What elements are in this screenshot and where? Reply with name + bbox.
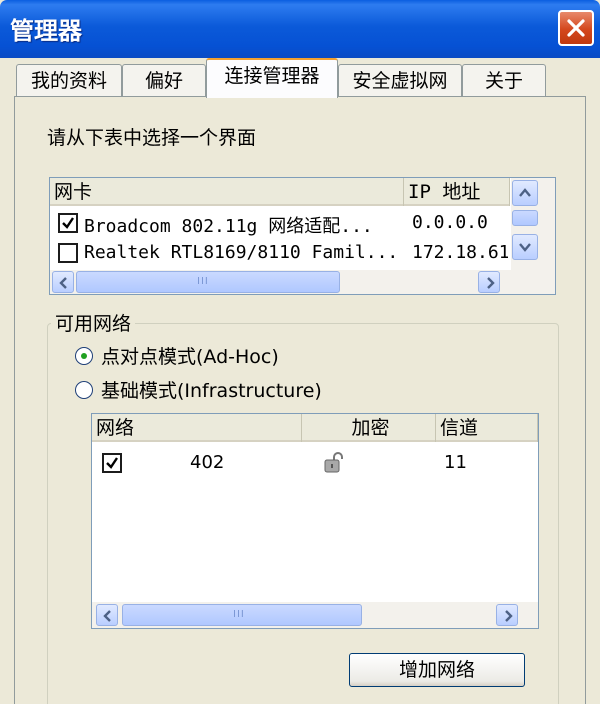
- chevron-right-icon: [487, 277, 495, 289]
- scroll-right-button[interactable]: [478, 271, 500, 293]
- column-adapter[interactable]: 网卡: [50, 178, 404, 206]
- tab-about-label: 关于: [484, 70, 523, 92]
- tab-secure-vpn[interactable]: 安全虚拟网: [338, 64, 462, 98]
- adapter-ip: 172.18.61: [412, 242, 508, 263]
- adapter-ip: 0.0.0.0: [412, 212, 488, 233]
- tab-about[interactable]: 关于: [462, 64, 546, 98]
- network-channel: 11: [444, 452, 467, 473]
- adapter-list-hscrollbar[interactable]: III: [50, 270, 555, 294]
- infrastructure-mode-radio[interactable]: 基础模式(Infrastructure): [75, 375, 395, 405]
- tab-profile[interactable]: 我的资料: [16, 64, 122, 98]
- list-item[interactable]: Realtek RTL8169/8110 Famil... 172.18.61: [50, 238, 510, 268]
- add-network-label: 增加网络: [398, 659, 475, 681]
- adhoc-mode-label: 点对点模式(Ad-Hoc): [101, 346, 279, 368]
- checkmark-icon: [62, 217, 74, 229]
- close-button[interactable]: [558, 10, 594, 46]
- connection-manager-panel: 请从下表中选择一个界面 网卡 IP 地址 Broadcom 802.11g 网络…: [14, 96, 586, 704]
- network-list-hscrollbar[interactable]: III: [92, 602, 538, 628]
- network-list-header: 网络 加密 信道: [92, 414, 538, 442]
- column-ip-address[interactable]: IP 地址: [404, 178, 510, 206]
- close-icon: [567, 19, 585, 37]
- padlock-open-icon: [324, 452, 343, 473]
- title-bar[interactable]: 管理器: [0, 0, 600, 58]
- scroll-grip: III: [197, 276, 209, 287]
- chevron-up-icon: [519, 188, 531, 197]
- scroll-up-button[interactable]: [512, 180, 538, 206]
- tab-profile-label: 我的资料: [30, 70, 107, 92]
- adapter-checkbox[interactable]: [58, 213, 78, 233]
- tab-preferences[interactable]: 偏好: [122, 64, 206, 98]
- tab-connection-manager[interactable]: 连接管理器: [206, 58, 338, 98]
- radio-indicator: [75, 381, 93, 399]
- chevron-down-icon: [519, 243, 531, 252]
- column-encryption[interactable]: 加密: [302, 414, 436, 442]
- chevron-right-icon: [505, 610, 513, 622]
- column-channel[interactable]: 信道: [436, 414, 538, 442]
- adhoc-mode-radio[interactable]: 点对点模式(Ad-Hoc): [75, 341, 335, 371]
- interface-prompt: 请从下表中选择一个界面: [47, 127, 257, 149]
- add-network-button[interactable]: 增加网络: [349, 653, 525, 687]
- hscroll-thumb[interactable]: III: [122, 604, 362, 626]
- scroll-right-button[interactable]: [496, 604, 518, 626]
- chevron-left-icon: [59, 277, 67, 289]
- column-network[interactable]: 网络: [92, 414, 302, 442]
- tab-connection-manager-label: 连接管理器: [224, 65, 320, 87]
- checkmark-icon: [106, 457, 118, 469]
- adapter-name: Broadcom 802.11g 网络适配...: [84, 216, 373, 237]
- adapter-name: Realtek RTL8169/8110 Famil...: [84, 242, 399, 263]
- scroll-down-button[interactable]: [512, 234, 538, 260]
- hscroll-thumb[interactable]: III: [76, 271, 340, 293]
- tab-preferences-label: 偏好: [144, 70, 183, 92]
- network-name: 402: [190, 452, 225, 473]
- vscroll-thumb[interactable]: [512, 210, 538, 226]
- radio-indicator: [75, 347, 93, 365]
- table-row[interactable]: 402 11: [92, 446, 538, 480]
- network-checkbox[interactable]: [102, 453, 122, 473]
- infrastructure-mode-label: 基础模式(Infrastructure): [101, 380, 322, 402]
- tab-secure-vpn-label: 安全虚拟网: [352, 70, 448, 92]
- adapter-list[interactable]: 网卡 IP 地址 Broadcom 802.11g 网络适配... 0.0.0.…: [49, 177, 556, 295]
- list-item[interactable]: Broadcom 802.11g 网络适配... 0.0.0.0: [50, 208, 510, 238]
- adapter-checkbox[interactable]: [58, 243, 78, 263]
- window-title: 管理器: [10, 17, 82, 45]
- scroll-left-button[interactable]: [96, 604, 118, 626]
- scroll-left-button[interactable]: [52, 271, 74, 293]
- available-networks-title: 可用网络: [51, 309, 136, 336]
- manager-window: 管理器 我的资料 偏好 连接管理器 安全虚拟网 关于 请从下表中选择一个界面 网…: [0, 0, 600, 704]
- adapter-list-vscrollbar[interactable]: [511, 178, 555, 270]
- adapter-list-header: 网卡 IP 地址: [50, 178, 510, 206]
- scroll-grip: III: [233, 609, 245, 620]
- chevron-left-icon: [103, 610, 111, 622]
- network-list[interactable]: 网络 加密 信道 402 11 III: [91, 413, 539, 629]
